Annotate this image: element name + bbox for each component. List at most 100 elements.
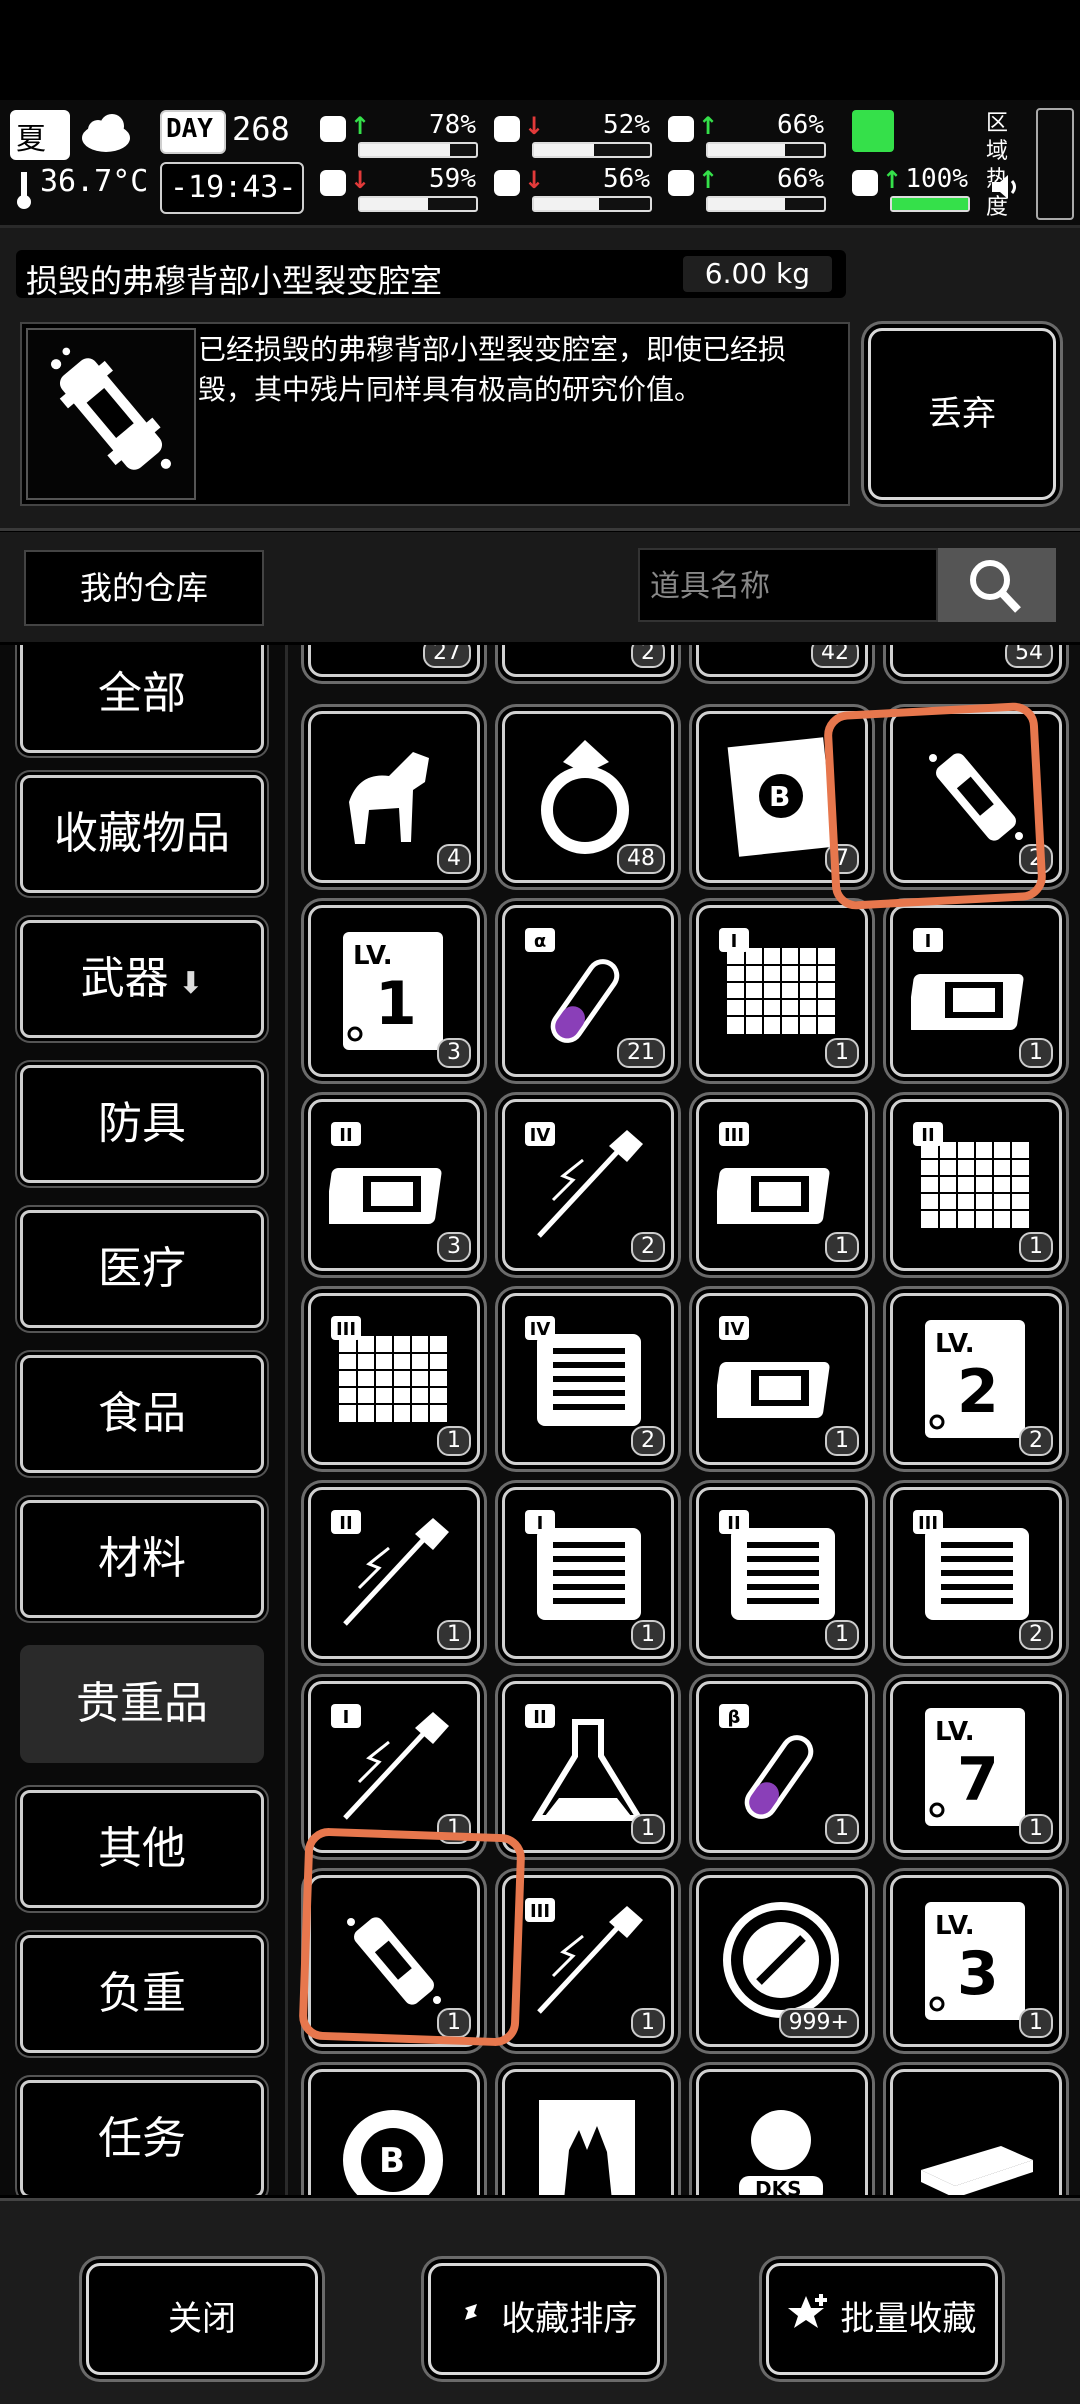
item-slot[interactable]: I1	[890, 905, 1062, 1077]
level-3-card-icon: LV.3	[925, 1902, 1025, 2020]
sort-favorites-button[interactable]: 收藏排序	[428, 2263, 660, 2375]
category-3[interactable]: 防具	[20, 1065, 264, 1183]
svg-text:II: II	[339, 1125, 352, 1146]
item-slot-partial[interactable]: 42	[696, 645, 868, 677]
meter-bar	[358, 196, 478, 212]
meter-value: 52%	[603, 110, 650, 140]
item-slot[interactable]: LV. 1 3	[308, 905, 480, 1077]
category-5[interactable]: 食品	[20, 1355, 264, 1473]
item-slot[interactable]: 4	[308, 711, 480, 883]
item-slot-partial[interactable]: 54	[890, 645, 1062, 677]
item-slot[interactable]: III 1	[308, 1293, 480, 1465]
highlight-annotation	[822, 701, 1048, 911]
item-slot[interactable]: III 1	[696, 1099, 868, 1271]
item-slot[interactable]: IV 2	[502, 1293, 674, 1465]
search-icon	[970, 560, 1021, 613]
item-count: 21	[617, 1038, 665, 1068]
chip-icon: I	[911, 928, 1024, 1030]
item-slot-partial[interactable]: 27	[308, 645, 480, 677]
trend-up-icon: ↑	[882, 166, 903, 194]
status-meter: ↑ 66%	[666, 110, 826, 162]
module-board-icon: IV	[525, 1316, 641, 1426]
item-slot[interactable]: LV. 3 1	[890, 1875, 1062, 2047]
svg-text:III: III	[724, 1125, 744, 1146]
category-0[interactable]: 全部	[20, 645, 264, 753]
meter-fill	[360, 144, 451, 156]
batch-favorite-button[interactable]: 批量收藏	[766, 2263, 998, 2375]
svg-text:7: 7	[957, 1745, 999, 1815]
item-slot[interactable]: 999+	[696, 1875, 868, 2047]
category-6[interactable]: 材料	[20, 1500, 264, 1618]
module-board-icon: II	[719, 1510, 835, 1620]
svg-text:IV: IV	[724, 1319, 745, 1340]
day-badge: DAY	[160, 110, 226, 154]
category-label: 医疗	[98, 1243, 186, 1294]
item-slot[interactable]: III 1	[502, 1875, 674, 2047]
item-thumbnail	[26, 328, 196, 500]
item-count: 4	[437, 844, 471, 874]
item-slot[interactable]: II 1	[696, 1487, 868, 1659]
search-button[interactable]	[938, 548, 1056, 622]
item-description-box: 已经损毁的弗穆背部小型裂变腔室，即使已经损毁，其中残片同样具有极高的研究价值。	[20, 322, 850, 506]
beta-test-tube-icon: β	[719, 1704, 814, 1819]
category-label: 其他	[98, 1823, 186, 1874]
item-slot-partial[interactable]: 2	[502, 645, 674, 677]
svg-text:I: I	[925, 931, 932, 952]
category-10[interactable]: 任务	[20, 2080, 264, 2195]
arrow-down-icon[interactable]: ⬇	[169, 966, 203, 1001]
item-slot[interactable]: DKS	[696, 2069, 868, 2195]
tab-my-warehouse[interactable]: 我的仓库	[24, 550, 264, 626]
heart-icon	[666, 168, 696, 198]
horse-figurine-icon	[349, 752, 429, 844]
item-slot[interactable]	[890, 2069, 1062, 2195]
category-9[interactable]: 负重	[20, 1935, 264, 2053]
item-slot[interactable]: LV. 7 1	[890, 1681, 1062, 1853]
meter-bar	[706, 142, 826, 158]
item-slot[interactable]: IV 2	[502, 1099, 674, 1271]
status-meter: ↑ 100%	[850, 164, 970, 216]
star-plus-icon	[787, 2268, 830, 2374]
category-8[interactable]: 其他	[20, 1790, 264, 1908]
meter-fill	[708, 144, 785, 156]
item-slot[interactable]: 48	[502, 711, 674, 883]
cloud-icon	[78, 110, 134, 156]
meter-fill	[708, 198, 785, 210]
item-slot[interactable]: II 1	[890, 1099, 1062, 1271]
item-slot[interactable]: II 1	[502, 1681, 674, 1853]
item-count: 1	[1019, 1038, 1053, 1068]
discard-button[interactable]: 丢弃	[868, 328, 1056, 500]
season-badge: 夏	[10, 110, 70, 160]
item-slot[interactable]: III 2	[890, 1487, 1062, 1659]
warehouse-header: 我的仓库 道具名称	[0, 532, 1080, 642]
trend-up-icon: ↑	[698, 112, 719, 140]
meter-fill	[360, 198, 429, 210]
level-1-card-icon: LV.1	[343, 932, 443, 1050]
item-slot[interactable]: I1	[308, 1681, 480, 1853]
item-count: 1	[825, 1620, 859, 1650]
capsule-icon	[666, 114, 696, 144]
item-slot[interactable]: I1	[502, 1487, 674, 1659]
item-slot[interactable]: II 3	[308, 1099, 480, 1271]
item-weight: 6.00 kg	[682, 256, 832, 292]
category-7[interactable]: 贵重品	[20, 1645, 264, 1763]
category-4[interactable]: 医疗	[20, 1210, 264, 1328]
season-label: 夏	[16, 122, 46, 157]
close-button[interactable]: 关闭	[86, 2263, 318, 2375]
search-input[interactable]: 道具名称	[638, 548, 938, 622]
item-slot[interactable]: IV 1	[696, 1293, 868, 1465]
item-slot[interactable]: I1	[696, 905, 868, 1077]
item-slot[interactable]	[502, 2069, 674, 2195]
item-slot[interactable]: II 1	[308, 1487, 480, 1659]
item-count: 2	[631, 1426, 665, 1456]
item-slot[interactable]: B	[308, 2069, 480, 2195]
speaker-icon[interactable]	[990, 172, 1020, 202]
category-2[interactable]: 武器 ⬇	[20, 920, 264, 1038]
item-slot[interactable]: β1	[696, 1681, 868, 1853]
zone-heat-gauge	[1036, 108, 1074, 220]
item-count: 3	[437, 1038, 471, 1068]
item-slot[interactable]: LV. 2 2	[890, 1293, 1062, 1465]
category-1[interactable]: 收藏物品	[20, 775, 264, 893]
item-title-bar: 损毁的弗穆背部小型裂变腔室 6.00 kg	[16, 250, 846, 300]
category-label: 收藏物品	[54, 808, 230, 859]
item-slot[interactable]: α 21	[502, 905, 674, 1077]
